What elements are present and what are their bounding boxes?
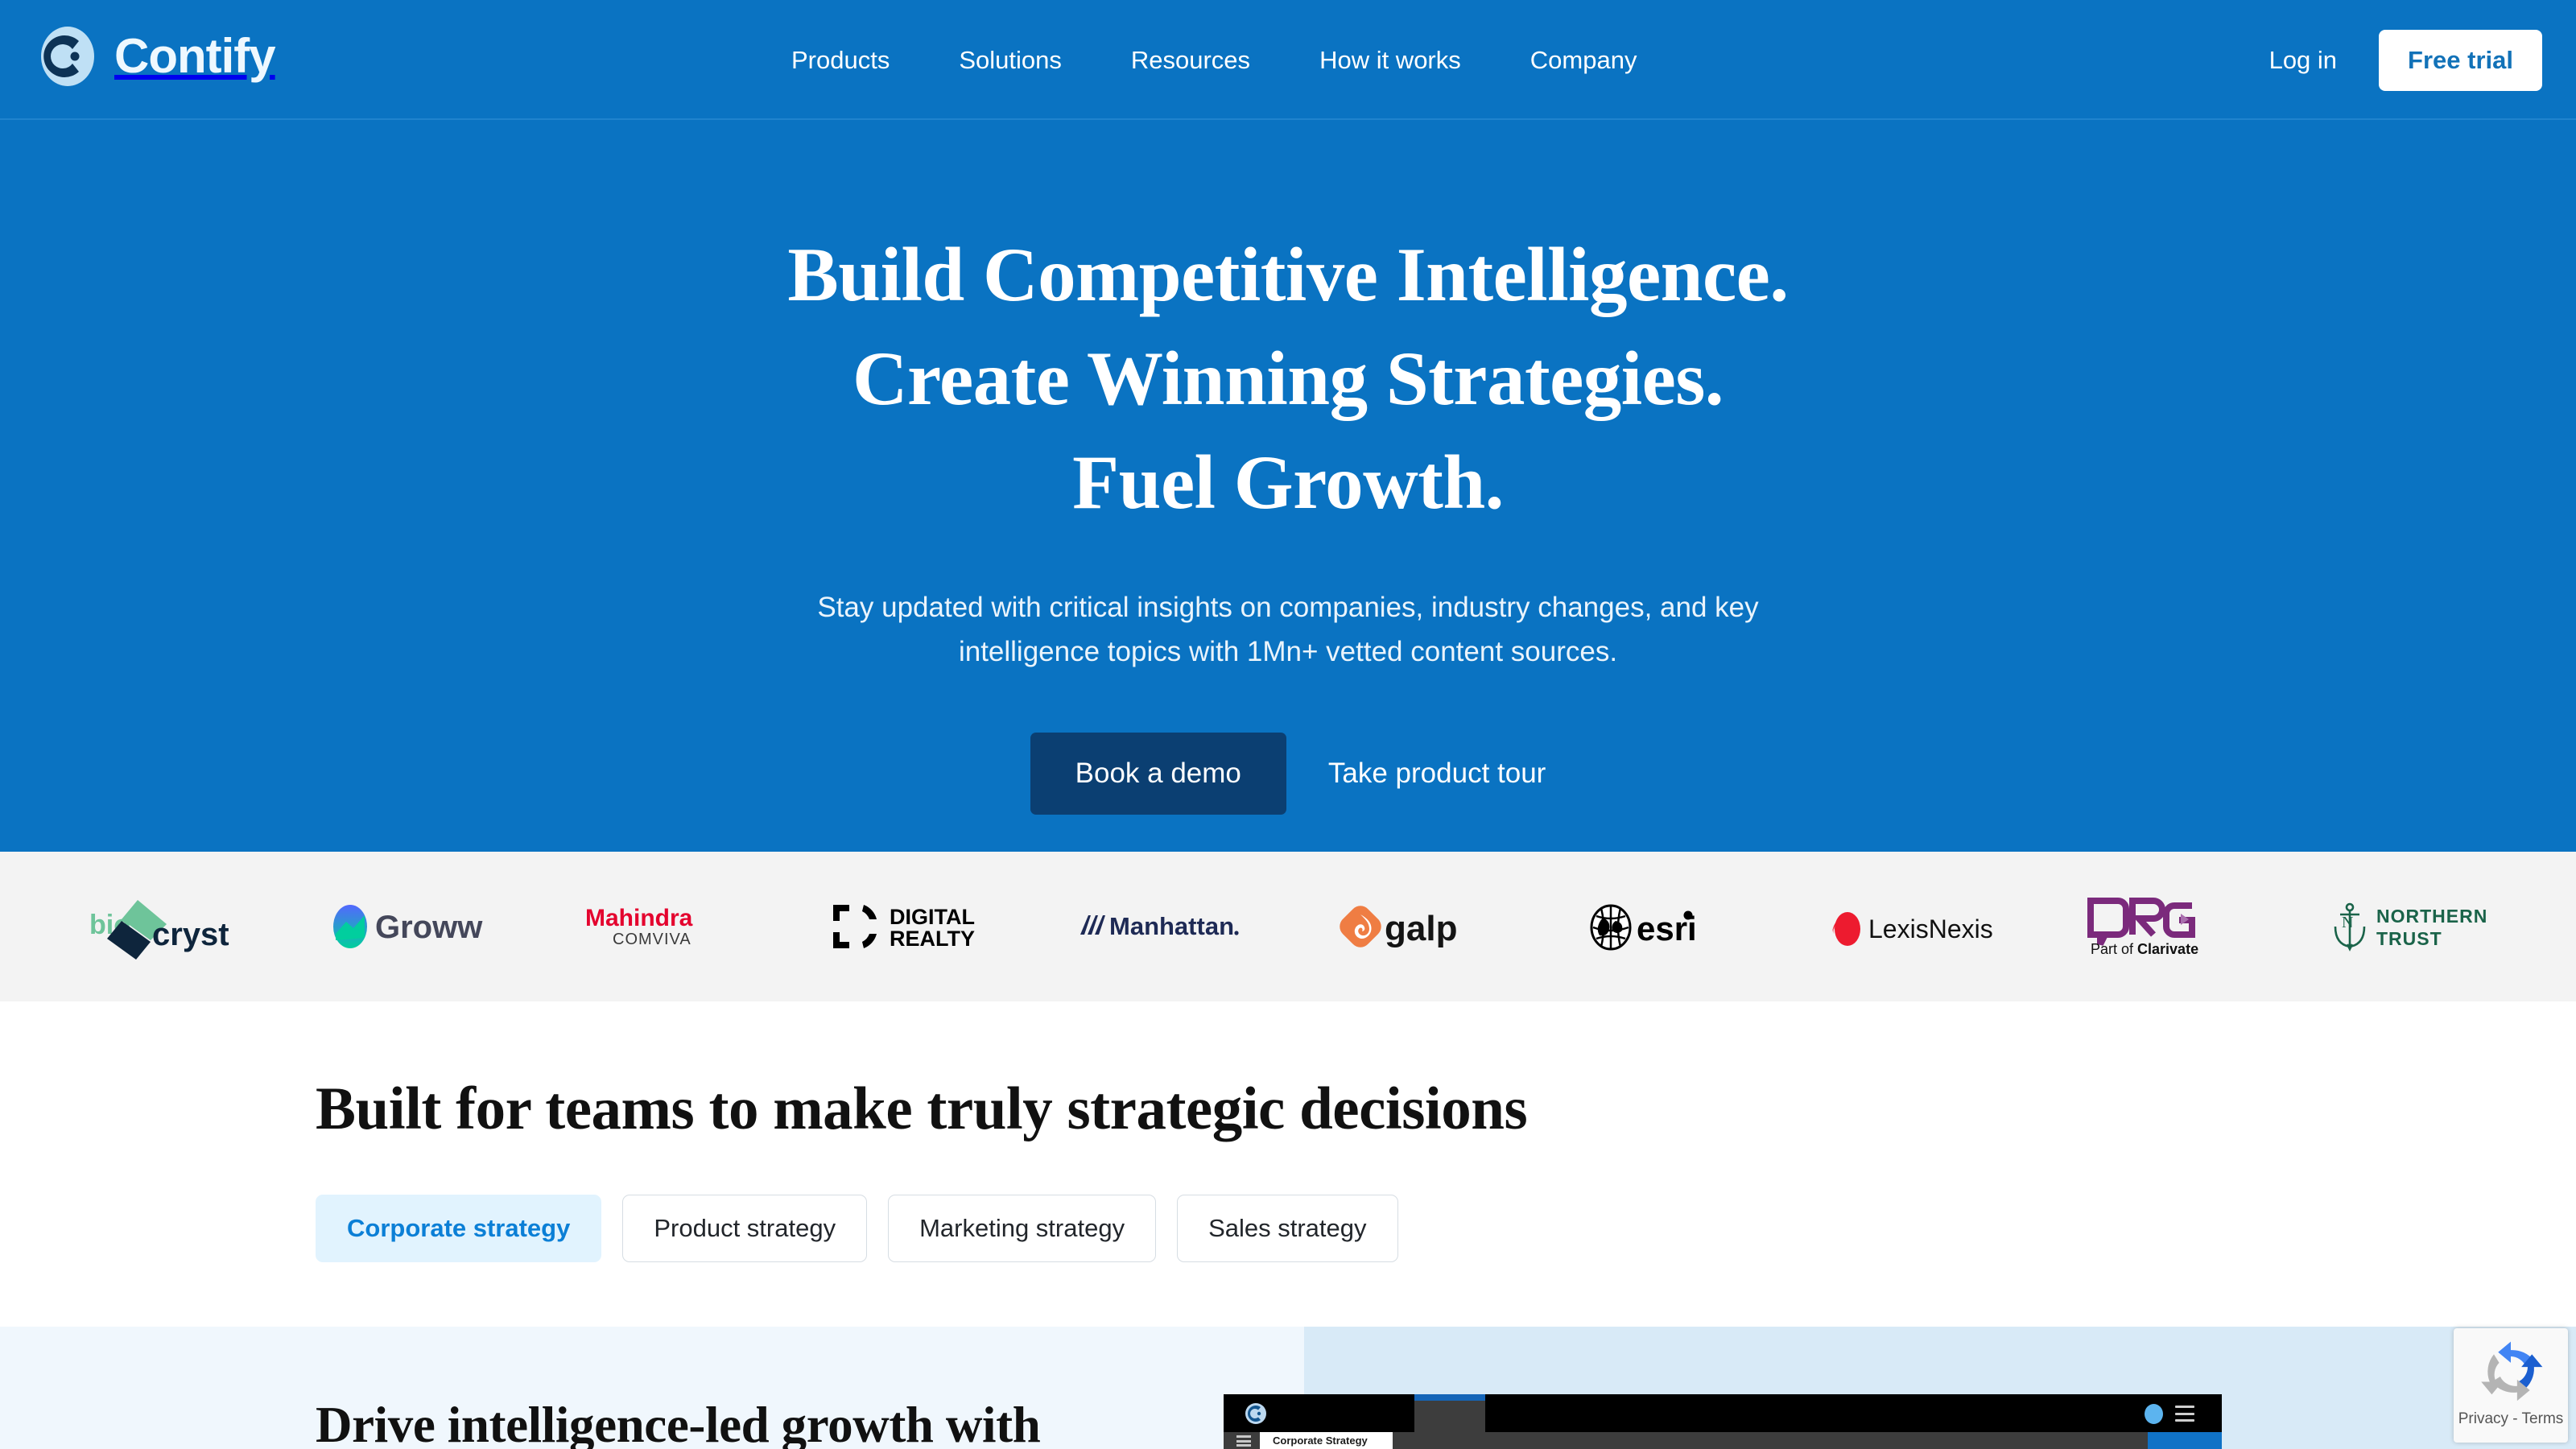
esri-logo-icon: esri <box>1590 904 1697 951</box>
logo-mahindra-comviva: Mahindra COMVIVA <box>538 852 788 1001</box>
landing-page: Contify Products Solutions Resources How… <box>0 0 2576 1449</box>
nav-item-resources[interactable]: Resources <box>1096 0 1285 120</box>
svg-text:Mahindra: Mahindra <box>585 905 693 931</box>
mockup-topbar <box>1224 1394 2222 1432</box>
galp-logo-icon: galp <box>1340 906 1458 948</box>
lexisnexis-logo-icon: LexisNexis <box>1832 912 1993 946</box>
recaptcha-label: Privacy - Terms <box>2458 1410 2564 1427</box>
digital-realty-logo-icon: DIGITAL REALTY <box>832 905 975 951</box>
free-trial-button[interactable]: Free trial <box>2379 29 2542 91</box>
nav-item-company[interactable]: Company <box>1496 0 1672 120</box>
hero-headline-line-2: Create Winning Strategies. <box>852 336 1724 422</box>
nav-item-solutions[interactable]: Solutions <box>924 0 1096 120</box>
mockup-contify-logo-icon <box>1245 1403 1266 1424</box>
svg-text:galp: galp <box>1385 909 1457 948</box>
svg-text:cryst: cryst <box>152 917 229 952</box>
brand-name: Contify <box>114 29 276 83</box>
logo-biocryst: bio cryst <box>37 852 287 1001</box>
site-header: Contify Products Solutions Resources How… <box>0 0 2576 120</box>
svg-text:COMVIVA: COMVIVA <box>613 931 691 948</box>
tab-marketing-strategy[interactable]: Marketing strategy <box>888 1195 1157 1262</box>
mockup-sidebar-toggle-icon[interactable] <box>1236 1435 1251 1447</box>
recaptcha-icon <box>2481 1341 2543 1402</box>
nav-item-how-it-works[interactable]: How it works <box>1285 0 1496 120</box>
groww-logo-icon: Groww <box>333 905 483 948</box>
hero-subtitle-line-1: Stay updated with critical insights on c… <box>817 591 1759 623</box>
header-actions: Log in Free trial <box>2269 0 2542 120</box>
logo-galp: galp <box>1288 852 1538 1001</box>
tab-corporate-strategy[interactable]: Corporate strategy <box>316 1195 602 1262</box>
nav-item-products[interactable]: Products <box>757 0 924 120</box>
teams-section: Built for teams to make truly strategic … <box>0 1001 2576 1327</box>
hero-section: Build Competitive Intelligence. Create W… <box>0 120 2576 852</box>
recaptcha-badge[interactable]: Privacy - Terms <box>2454 1328 2568 1443</box>
hero-subtitle-line-2: intelligence topics with 1Mn+ vetted con… <box>958 635 1618 667</box>
hero-subtitle: Stay updated with critical insights on c… <box>753 585 1823 675</box>
product-screenshot-mockup: Corporate Strategy <box>1224 1394 2222 1449</box>
svg-text:REALTY: REALTY <box>890 927 975 951</box>
svg-text:TRUST: TRUST <box>2376 928 2442 949</box>
logo-lexisnexis: LexisNexis <box>1789 852 2039 1001</box>
biocryst-logo-icon: bio cryst <box>89 900 229 960</box>
northern-trust-logo-icon: N NORTHERN TRUST <box>2334 902 2487 952</box>
tab-sales-strategy[interactable]: Sales strategy <box>1177 1195 1398 1262</box>
svg-text:N: N <box>2342 914 2353 931</box>
feature-panel-heading: Drive intelligence-led growth with <box>316 1397 1041 1449</box>
logo-northern-trust: N NORTHERN TRUST <box>2289 852 2539 1001</box>
hero-headline: Build Competitive Intelligence. Create W… <box>0 223 2576 535</box>
logo-groww: Groww <box>287 852 538 1001</box>
logo-esri: esri <box>1538 852 1789 1001</box>
svg-text:Groww: Groww <box>375 910 483 945</box>
drg-clarivate-logo-icon: Part of Clarivate <box>2087 898 2198 957</box>
svg-text:Manhattan: Manhattan <box>1109 912 1234 940</box>
svg-text:LexisNexis: LexisNexis <box>1868 914 1993 943</box>
svg-text:Part of Clarivate: Part of Clarivate <box>2091 941 2198 957</box>
hero-headline-line-3: Fuel Growth. <box>1072 440 1504 526</box>
svg-text:DIGITAL: DIGITAL <box>890 905 975 929</box>
hero-cta-group: Book a demo Take product tour <box>0 733 2576 815</box>
svg-text:NORTHERN: NORTHERN <box>2376 906 2487 927</box>
take-product-tour-button[interactable]: Take product tour <box>1328 758 1546 790</box>
customer-logo-strip: bio cryst Groww Mahindra COMVIVA DIGITAL… <box>0 852 2576 1001</box>
mockup-corporate-strategy-tab[interactable]: Corporate Strategy <box>1260 1432 1393 1449</box>
strategy-tabs: Corporate strategy Product strategy Mark… <box>316 1195 1398 1262</box>
mockup-tab-accent-bar <box>1414 1394 1485 1401</box>
hero-headline-line-1: Build Competitive Intelligence. <box>787 232 1789 317</box>
mockup-hamburger-icon[interactable] <box>2175 1406 2194 1422</box>
brand-logo-link[interactable]: Contify <box>37 26 276 87</box>
manhattan-logo-icon: Manhattan <box>1080 912 1239 940</box>
logo-manhattan: Manhattan <box>1038 852 1288 1001</box>
mahindra-comviva-logo-icon: Mahindra COMVIVA <box>585 905 693 948</box>
book-a-demo-button[interactable]: Book a demo <box>1030 733 1286 815</box>
mockup-user-avatar[interactable] <box>2145 1404 2163 1424</box>
mockup-subbar: Corporate Strategy <box>1224 1432 2222 1449</box>
main-nav: Products Solutions Resources How it work… <box>757 0 1671 120</box>
mockup-action-button[interactable] <box>2148 1432 2222 1449</box>
login-link[interactable]: Log in <box>2269 46 2337 75</box>
logo-drg-clarivate: Part of Clarivate <box>2038 852 2289 1001</box>
contify-circle-logo-icon <box>41 27 94 86</box>
logo-digital-realty: DIGITAL REALTY <box>787 852 1038 1001</box>
teams-heading: Built for teams to make truly strategic … <box>316 1075 1528 1142</box>
tab-product-strategy[interactable]: Product strategy <box>622 1195 868 1262</box>
